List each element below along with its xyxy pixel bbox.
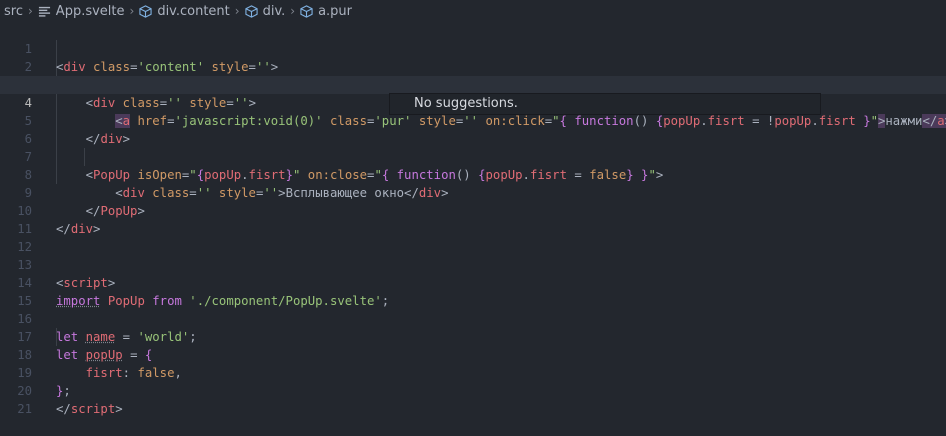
cube-icon [139, 4, 152, 18]
code-line: 19 }; [0, 346, 946, 398]
code-line: 14 import PopUp from './component/PopUp.… [0, 256, 946, 308]
breadcrumb-item-a-pur[interactable]: a.pur [300, 4, 352, 19]
breadcrumb-item-src[interactable]: src [4, 4, 23, 19]
breadcrumb-item-div-content[interactable]: div.content [139, 3, 230, 19]
breadcrumb-label: App.svelte [55, 3, 125, 19]
breadcrumb: src › App.svelte › div.content › div. › … [0, 0, 946, 22]
code-line: 1 <div class='content' style=''> [0, 22, 946, 74]
chevron-right-icon: › [234, 4, 240, 18]
code-line: 10 </div> [0, 184, 946, 236]
cube-icon [244, 4, 258, 18]
breadcrumb-label: a.pur [318, 3, 353, 19]
suggest-widget: No suggestions. [389, 93, 821, 115]
code-line: 17 let popUp = { [0, 310, 946, 362]
code-line: 21 [0, 382, 946, 416]
breadcrumb-label: src [4, 3, 23, 19]
code-line: 13 <script> [0, 238, 946, 290]
code-line: 7 <PopUp isOpen="{popUp.fisrt}" on:close… [0, 130, 946, 182]
chevron-right-icon: › [27, 4, 33, 18]
suggest-message: No suggestions. [414, 96, 518, 111]
breadcrumb-label: div. [262, 3, 286, 19]
file-lines-icon [38, 6, 50, 17]
code-editor[interactable]: 1 <div class='content' style=''> 2 <h1>H… [0, 22, 946, 416]
code-line: 18 fisrt: false, [0, 328, 946, 380]
breadcrumb-label: div.content [157, 3, 230, 19]
chevron-right-icon: › [129, 4, 135, 18]
breadcrumb-item-file[interactable]: App.svelte [38, 4, 125, 19]
line-number: 21 [17, 402, 32, 416]
code-line: 15 [0, 274, 946, 308]
code-line: 9 </PopUp> [0, 166, 946, 218]
code-line-current: 4 <a href='javascript:void(0)' class='pu… [0, 76, 946, 128]
breadcrumb-item-div[interactable]: div. [244, 3, 286, 19]
code-line: 20 </script> [0, 364, 946, 416]
code-line: 2 <h1>Hello {name}!</h1> [0, 40, 946, 92]
code-line: 11 [0, 202, 946, 236]
code-line: 3 <div class='' style=''> [0, 58, 946, 110]
code-text: </script> [56, 402, 123, 416]
code-line: 16 let name = 'world'; [0, 292, 946, 344]
code-line: 12 [0, 220, 946, 254]
cube-icon [300, 4, 313, 18]
code-line: 8 <div class='' style=''>Всплывающее окн… [0, 148, 946, 200]
chevron-right-icon: › [290, 4, 296, 18]
